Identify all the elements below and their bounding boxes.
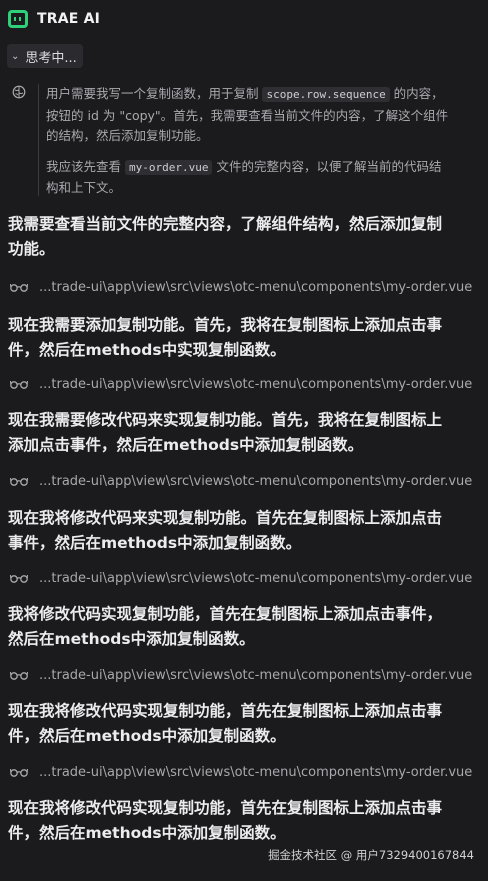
glasses-icon — [10, 768, 28, 777]
assistant-message: 我将修改代码实现复制功能，首先在复制图标上添加点击事件，然后在methods中添… — [8, 605, 443, 648]
trae-logo-icon — [8, 10, 28, 28]
app-title: TRAE AI — [37, 11, 101, 27]
assistant-message: 我需要查看当前文件的完整内容，了解组件结构，然后添加复制功能。 — [8, 215, 443, 258]
assistant-message: 现在我需要添加复制功能。首先，我将在复制图标上添加点击事件，然后在methods… — [8, 316, 443, 359]
thinking-paragraph: 用户需要我写一个复制函数，用于复制 scope.row.sequence 的内容… — [46, 86, 449, 143]
file-reference-path: ...trade-ui\app\view\src\views\otc-menu\… — [39, 473, 473, 489]
inline-code: scope.row.sequence — [262, 87, 390, 102]
file-reference-path: ...trade-ui\app\view\src\views\otc-menu\… — [39, 667, 473, 683]
assistant-message: 现在我需要修改代码来实现复制功能。首先，我将在复制图标上添加点击事件，然后在me… — [8, 411, 443, 454]
assistant-message: 现在我将修改代码实现复制功能，首先在复制图标上添加点击事件，然后在methods… — [8, 799, 443, 842]
file-reference[interactable]: ...trade-ui\app\view\src\views\otc-menu\… — [10, 568, 472, 588]
app-header: TRAE AI — [8, 8, 100, 30]
glasses-icon — [10, 671, 28, 680]
watermark: 掘金技术社区 @ 用户7329400167844 — [268, 848, 474, 862]
file-reference-path: ...trade-ui\app\view\src\views\otc-menu\… — [39, 764, 473, 780]
glasses-icon — [10, 380, 28, 389]
thinking-content: 用户需要我写一个复制函数，用于复制 scope.row.sequence 的内容… — [34, 84, 452, 199]
file-reference[interactable]: ...trade-ui\app\view\src\views\otc-menu\… — [10, 762, 472, 782]
assistant-message: 现在我将修改代码实现复制功能，首先在复制图标上添加点击事件，然后在methods… — [8, 702, 443, 745]
thinking-toggle-label: 思考中... — [25, 50, 77, 66]
chevron-down-icon: ⌄ — [11, 50, 20, 62]
thinking-paragraph: 我应该先查看 my-order.vue 文件的完整内容，以便了解当前的代码结构和… — [46, 158, 442, 196]
brain-icon — [12, 85, 26, 99]
file-reference-path: ...trade-ui\app\view\src\views\otc-menu\… — [39, 279, 473, 295]
file-reference[interactable]: ...trade-ui\app\view\src\views\otc-menu\… — [10, 374, 472, 394]
assistant-message: 现在我将修改代码来实现复制功能。首先在复制图标上添加点击事件，然后在method… — [8, 509, 443, 552]
glasses-icon — [10, 574, 28, 583]
thinking-toggle-button[interactable]: ⌄ 思考中... — [7, 44, 83, 68]
glasses-icon — [10, 477, 28, 486]
file-reference[interactable]: ...trade-ui\app\view\src\views\otc-menu\… — [10, 277, 472, 297]
file-reference-path: ...trade-ui\app\view\src\views\otc-menu\… — [39, 570, 473, 586]
file-reference[interactable]: ...trade-ui\app\view\src\views\otc-menu\… — [10, 665, 472, 685]
file-reference-path: ...trade-ui\app\view\src\views\otc-menu\… — [39, 376, 473, 392]
file-reference[interactable]: ...trade-ui\app\view\src\views\otc-menu\… — [10, 471, 472, 491]
inline-code: my-order.vue — [124, 159, 213, 175]
glasses-icon — [10, 283, 28, 292]
